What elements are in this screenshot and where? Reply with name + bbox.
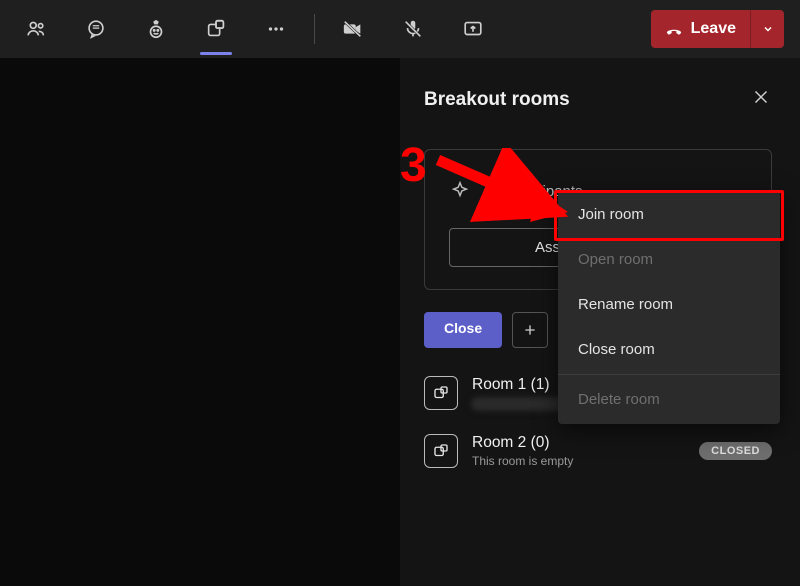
close-panel-button[interactable] — [750, 86, 772, 113]
plus-icon — [522, 322, 538, 338]
close-icon — [750, 86, 772, 108]
leave-button[interactable]: Leave — [651, 10, 784, 48]
toolbar-divider — [314, 14, 315, 44]
room-icon — [424, 434, 458, 468]
room-context-menu: Join room Open room Rename room Close ro… — [558, 190, 780, 424]
camera-off-icon[interactable] — [333, 9, 373, 49]
annotation-step-number: 3 — [400, 138, 427, 193]
share-screen-icon[interactable] — [453, 9, 493, 49]
meeting-toolbar: Leave — [0, 0, 800, 58]
menu-separator — [558, 374, 780, 375]
close-rooms-button[interactable]: Close — [424, 312, 502, 348]
breakout-rooms-icon[interactable] — [196, 9, 236, 49]
room-icon — [424, 376, 458, 410]
status-badge: CLOSED — [699, 442, 772, 460]
chevron-down-icon — [762, 23, 774, 35]
more-icon[interactable] — [256, 9, 296, 49]
room-name: Room 2 (0) — [472, 434, 685, 452]
reactions-icon[interactable] — [136, 9, 176, 49]
menu-rename-room[interactable]: Rename room — [558, 282, 780, 327]
add-room-button[interactable] — [512, 312, 548, 348]
menu-close-room[interactable]: Close room — [558, 327, 780, 372]
hangup-icon — [665, 20, 683, 38]
room-subtext: This room is empty — [472, 454, 685, 468]
chat-icon[interactable] — [76, 9, 116, 49]
sparkle-icon — [449, 180, 471, 202]
mic-off-icon[interactable] — [393, 9, 433, 49]
menu-open-room[interactable]: Open room — [558, 237, 780, 282]
leave-label: Leave — [691, 20, 736, 38]
menu-delete-room[interactable]: Delete room — [558, 377, 780, 422]
menu-join-room[interactable]: Join room — [558, 192, 780, 237]
room-row[interactable]: Room 2 (0) This room is empty CLOSED — [424, 434, 772, 468]
leave-options-caret[interactable] — [750, 10, 784, 48]
panel-title: Breakout rooms — [424, 89, 570, 111]
people-icon[interactable] — [16, 9, 56, 49]
